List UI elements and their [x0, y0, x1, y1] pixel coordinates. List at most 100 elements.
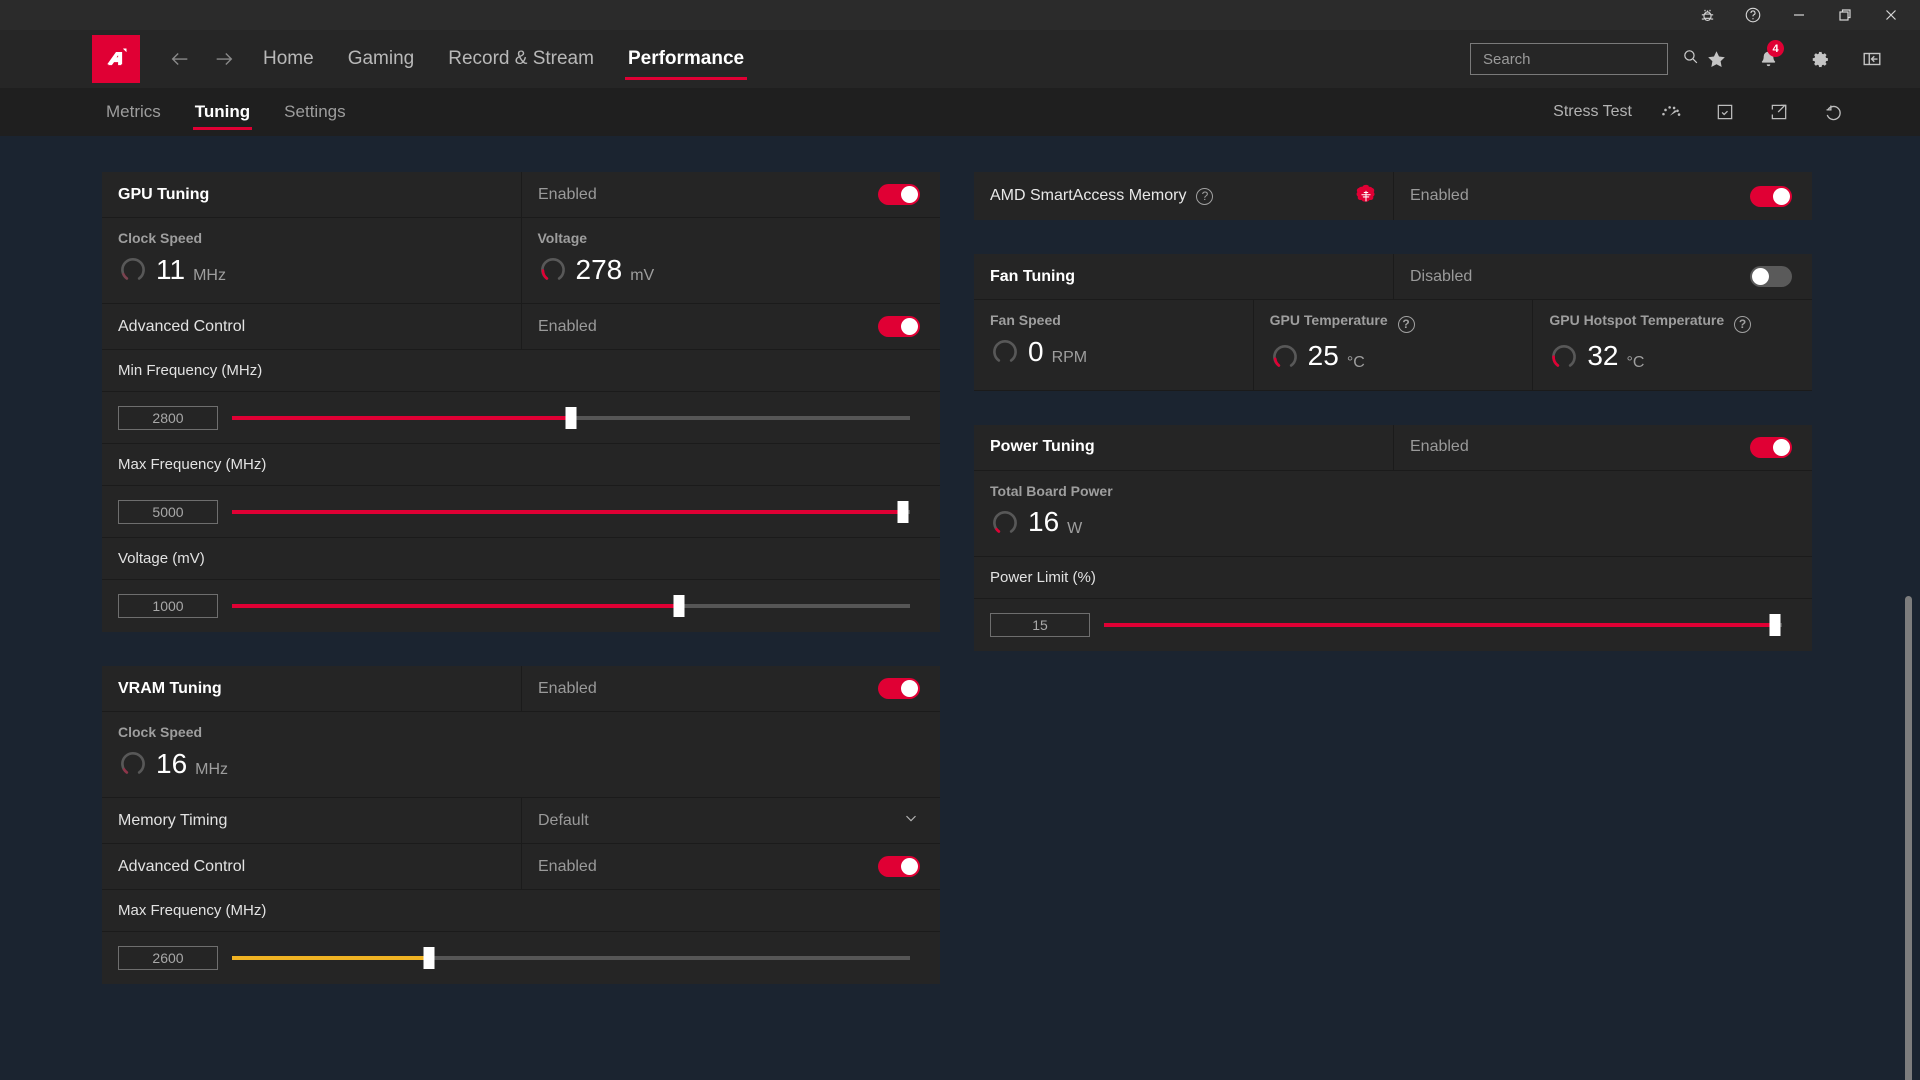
vram-advanced-control-row: Advanced Control Enabled [102, 844, 940, 890]
tab-metrics[interactable]: Metrics [92, 88, 175, 136]
gpu-voltage-slider-row[interactable]: 1000 [102, 580, 940, 632]
fan-speed-value: 0 [1028, 335, 1044, 367]
gpu-hotspot-temperature-label: GPU Hotspot Temperature [1549, 312, 1725, 328]
vram-clock-speed-label: Clock Speed [118, 724, 203, 740]
power-tuning-state: Enabled [1410, 438, 1469, 455]
vram-advanced-control-toggle[interactable] [878, 856, 920, 877]
gpu-advanced-control-title-cell: Advanced Control [102, 304, 522, 349]
reset-icon[interactable] [1806, 88, 1860, 136]
gpu-hotspot-temperature-metric: GPU Hotspot Temperature ? 32 °C [1533, 300, 1812, 390]
gpu-advanced-control-toggle[interactable] [878, 316, 920, 337]
gpu-min-frequency-slider-row[interactable]: 2800 [102, 392, 940, 444]
fan-speed-unit: RPM [1051, 349, 1088, 366]
gpu-temperature-unit: °C [1346, 353, 1365, 371]
gpu-voltage-slider-label-row: Voltage (mV) [102, 538, 940, 580]
gpu-max-frequency-label-row: Max Frequency (MHz) [102, 444, 940, 486]
gpu-min-frequency-value[interactable]: 2800 [118, 405, 218, 430]
export-share-icon[interactable] [1752, 88, 1806, 136]
gpu-temperature-metric: GPU Temperature ? 25 °C [1254, 300, 1534, 390]
fan-tuning-toggle[interactable] [1750, 266, 1792, 287]
gpu-max-frequency-slider[interactable] [232, 500, 910, 523]
vram-tuning-toggle[interactable] [878, 678, 920, 699]
content-scrollbar[interactable] [1905, 596, 1912, 1080]
amd-logo-icon[interactable] [92, 35, 140, 83]
memory-timing-value: Default [538, 811, 589, 829]
gpu-temperature-label: GPU Temperature [1269, 312, 1388, 328]
vram-clock-speed-gauge-icon [118, 746, 148, 781]
vram-max-frequency-value[interactable]: 2600 [118, 946, 218, 970]
gpu-advanced-control-toggle-cell[interactable]: Enabled [522, 304, 940, 349]
vram-advanced-control-title-cell: Advanced Control [102, 844, 522, 889]
favorites-star-icon[interactable] [1690, 37, 1742, 81]
nav-item-gaming[interactable]: Gaming [331, 30, 432, 88]
smart-access-memory-card: AMD SmartAccess Memory ? Enabled [974, 172, 1812, 220]
tab-settings[interactable]: Settings [270, 88, 359, 136]
gpu-voltage-label: Voltage [537, 230, 588, 246]
power-limit-slider[interactable] [1104, 613, 1782, 636]
gpu-min-frequency-slider[interactable] [232, 406, 910, 429]
tuning-content: GPU Tuning Enabled Clock Speed 11 MHz Vo… [0, 136, 1920, 1080]
sam-title: AMD SmartAccess Memory [990, 187, 1187, 204]
fan-tuning-toggle-cell[interactable]: Disabled [1394, 254, 1812, 299]
chevron-down-icon[interactable] [902, 809, 920, 832]
vram-advanced-control-state: Enabled [538, 857, 597, 875]
gpu-temperature-label-wrap: GPU Temperature ? [1270, 312, 1533, 333]
nav-item-record-stream[interactable]: Record & Stream [431, 30, 611, 88]
gpu-temperature-help-icon[interactable]: ? [1397, 315, 1415, 333]
tab-settings-label: Settings [284, 102, 346, 121]
import-profile-icon[interactable] [1698, 88, 1752, 136]
gpu-voltage-unit: mV [630, 267, 655, 284]
gpu-tuning-header-row: GPU Tuning Enabled [102, 172, 940, 218]
gpu-tuning-toggle-cell[interactable]: Enabled [522, 172, 940, 217]
gpu-max-frequency-slider-row[interactable]: 5000 [102, 486, 940, 538]
gpu-max-frequency-value[interactable]: 5000 [118, 499, 218, 524]
collapse-panel-icon[interactable] [1846, 37, 1898, 81]
close-icon[interactable] [1868, 0, 1914, 30]
bug-icon[interactable] [1684, 0, 1730, 30]
tab-metrics-label: Metrics [106, 102, 161, 121]
power-limit-slider-row[interactable]: 15 [974, 599, 1812, 651]
gpu-tuning-toggle[interactable] [878, 184, 920, 205]
gpu-hotspot-temperature-help-icon[interactable]: ? [1734, 315, 1751, 333]
fan-tuning-state: Disabled [1410, 267, 1473, 285]
gpu-clock-speed-gauge-icon [118, 252, 148, 287]
gpu-voltage-value: 278 [575, 253, 623, 285]
memory-timing-title: Memory Timing [118, 811, 228, 829]
sam-toggle-cell[interactable]: Enabled [1394, 172, 1812, 220]
total-board-power-metric: Total Board Power 16 W [974, 471, 1812, 556]
nav-item-home[interactable]: Home [246, 30, 331, 88]
notifications-bell-icon[interactable]: 4 [1742, 37, 1794, 81]
sam-help-icon[interactable]: ? [1196, 187, 1214, 205]
vram-advanced-control-toggle-cell[interactable]: Enabled [522, 844, 940, 889]
vram-max-frequency-slider[interactable] [232, 947, 910, 969]
vram-max-frequency-slider-row[interactable]: 2600 [102, 932, 940, 984]
help-icon[interactable] [1730, 0, 1776, 30]
nav-back-button[interactable] [158, 30, 202, 88]
power-tuning-card: Power Tuning Enabled Total Board Power 1… [974, 424, 1812, 651]
memory-timing-row: Memory Timing Default [102, 798, 940, 844]
total-board-power-value: 16 [1028, 506, 1060, 537]
nav-forward-button[interactable] [202, 30, 246, 88]
memory-timing-dropdown[interactable]: Default [522, 798, 940, 843]
vram-max-frequency-label: Max Frequency (MHz) [118, 902, 267, 919]
sub-nav-bar: Metrics Tuning Settings Stress Test [0, 88, 1920, 136]
minimize-icon[interactable] [1776, 0, 1822, 30]
fan-tuning-header-row: Fan Tuning Disabled [974, 254, 1812, 300]
power-limit-value[interactable]: 15 [990, 612, 1090, 637]
settings-gear-icon[interactable] [1794, 37, 1846, 81]
power-tuning-toggle[interactable] [1750, 436, 1792, 458]
sam-toggle[interactable] [1750, 185, 1792, 207]
gpu-voltage-slider-value[interactable]: 1000 [118, 594, 218, 618]
search-box[interactable] [1470, 43, 1698, 75]
vram-tuning-toggle-cell[interactable]: Enabled [522, 666, 940, 711]
tab-tuning[interactable]: Tuning [181, 88, 264, 136]
power-tuning-toggle-cell[interactable]: Enabled [1394, 425, 1812, 470]
gpu-tuning-metrics-row: Clock Speed 11 MHz Voltage 278 mV [102, 218, 940, 304]
power-tuning-header-row: Power Tuning Enabled [974, 424, 1812, 471]
search-input[interactable] [1483, 50, 1682, 68]
gpu-hotspot-temperature-unit: °C [1626, 353, 1645, 371]
stress-test-gauge-icon[interactable] [1644, 88, 1698, 136]
restore-icon[interactable] [1822, 0, 1868, 30]
gpu-voltage-slider[interactable] [232, 595, 910, 617]
nav-item-performance[interactable]: Performance [611, 30, 761, 88]
